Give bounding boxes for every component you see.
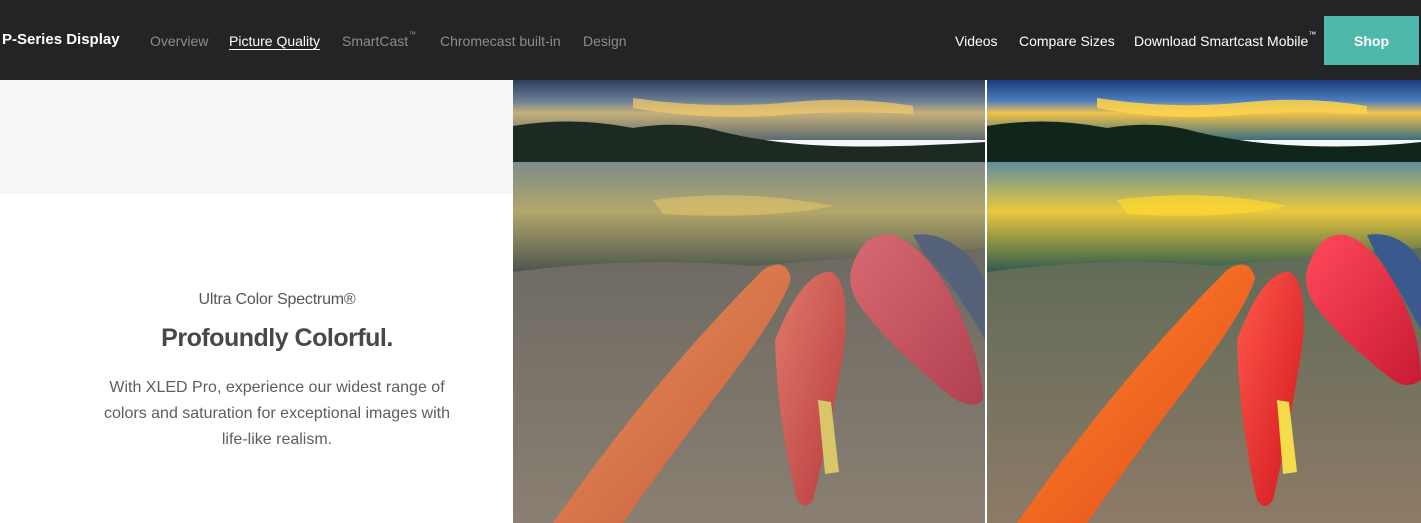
nav-chromecast-link[interactable]: Chromecast built-in <box>440 33 561 49</box>
nav-design-link[interactable]: Design <box>583 33 627 49</box>
feature-text-card <box>0 194 554 523</box>
shop-button[interactable]: Shop <box>1324 16 1419 65</box>
top-navigation-bar: P-Series Display Overview Picture Qualit… <box>0 0 1421 80</box>
nav-overview-link[interactable]: Overview <box>150 33 208 49</box>
feature-eyebrow: Ultra Color Spectrum® <box>198 291 356 308</box>
nav-smartcast-link[interactable]: SmartCast™ <box>342 30 416 49</box>
comparison-image-standard <box>513 80 985 523</box>
feature-description: With XLED Pro, experience our widest ran… <box>104 379 450 448</box>
feature-headline: Profoundly Colorful. <box>161 324 393 352</box>
download-smartcast-mobile-link[interactable]: Download Smartcast Mobile™ <box>1134 30 1316 49</box>
background-panel <box>0 80 513 194</box>
product-title: P-Series Display <box>2 31 120 48</box>
comparison-image-xled <box>987 80 1421 523</box>
videos-link[interactable]: Videos <box>955 33 998 49</box>
compare-sizes-link[interactable]: Compare Sizes <box>1019 33 1115 49</box>
nav-picture-quality-link[interactable]: Picture Quality <box>229 33 320 49</box>
